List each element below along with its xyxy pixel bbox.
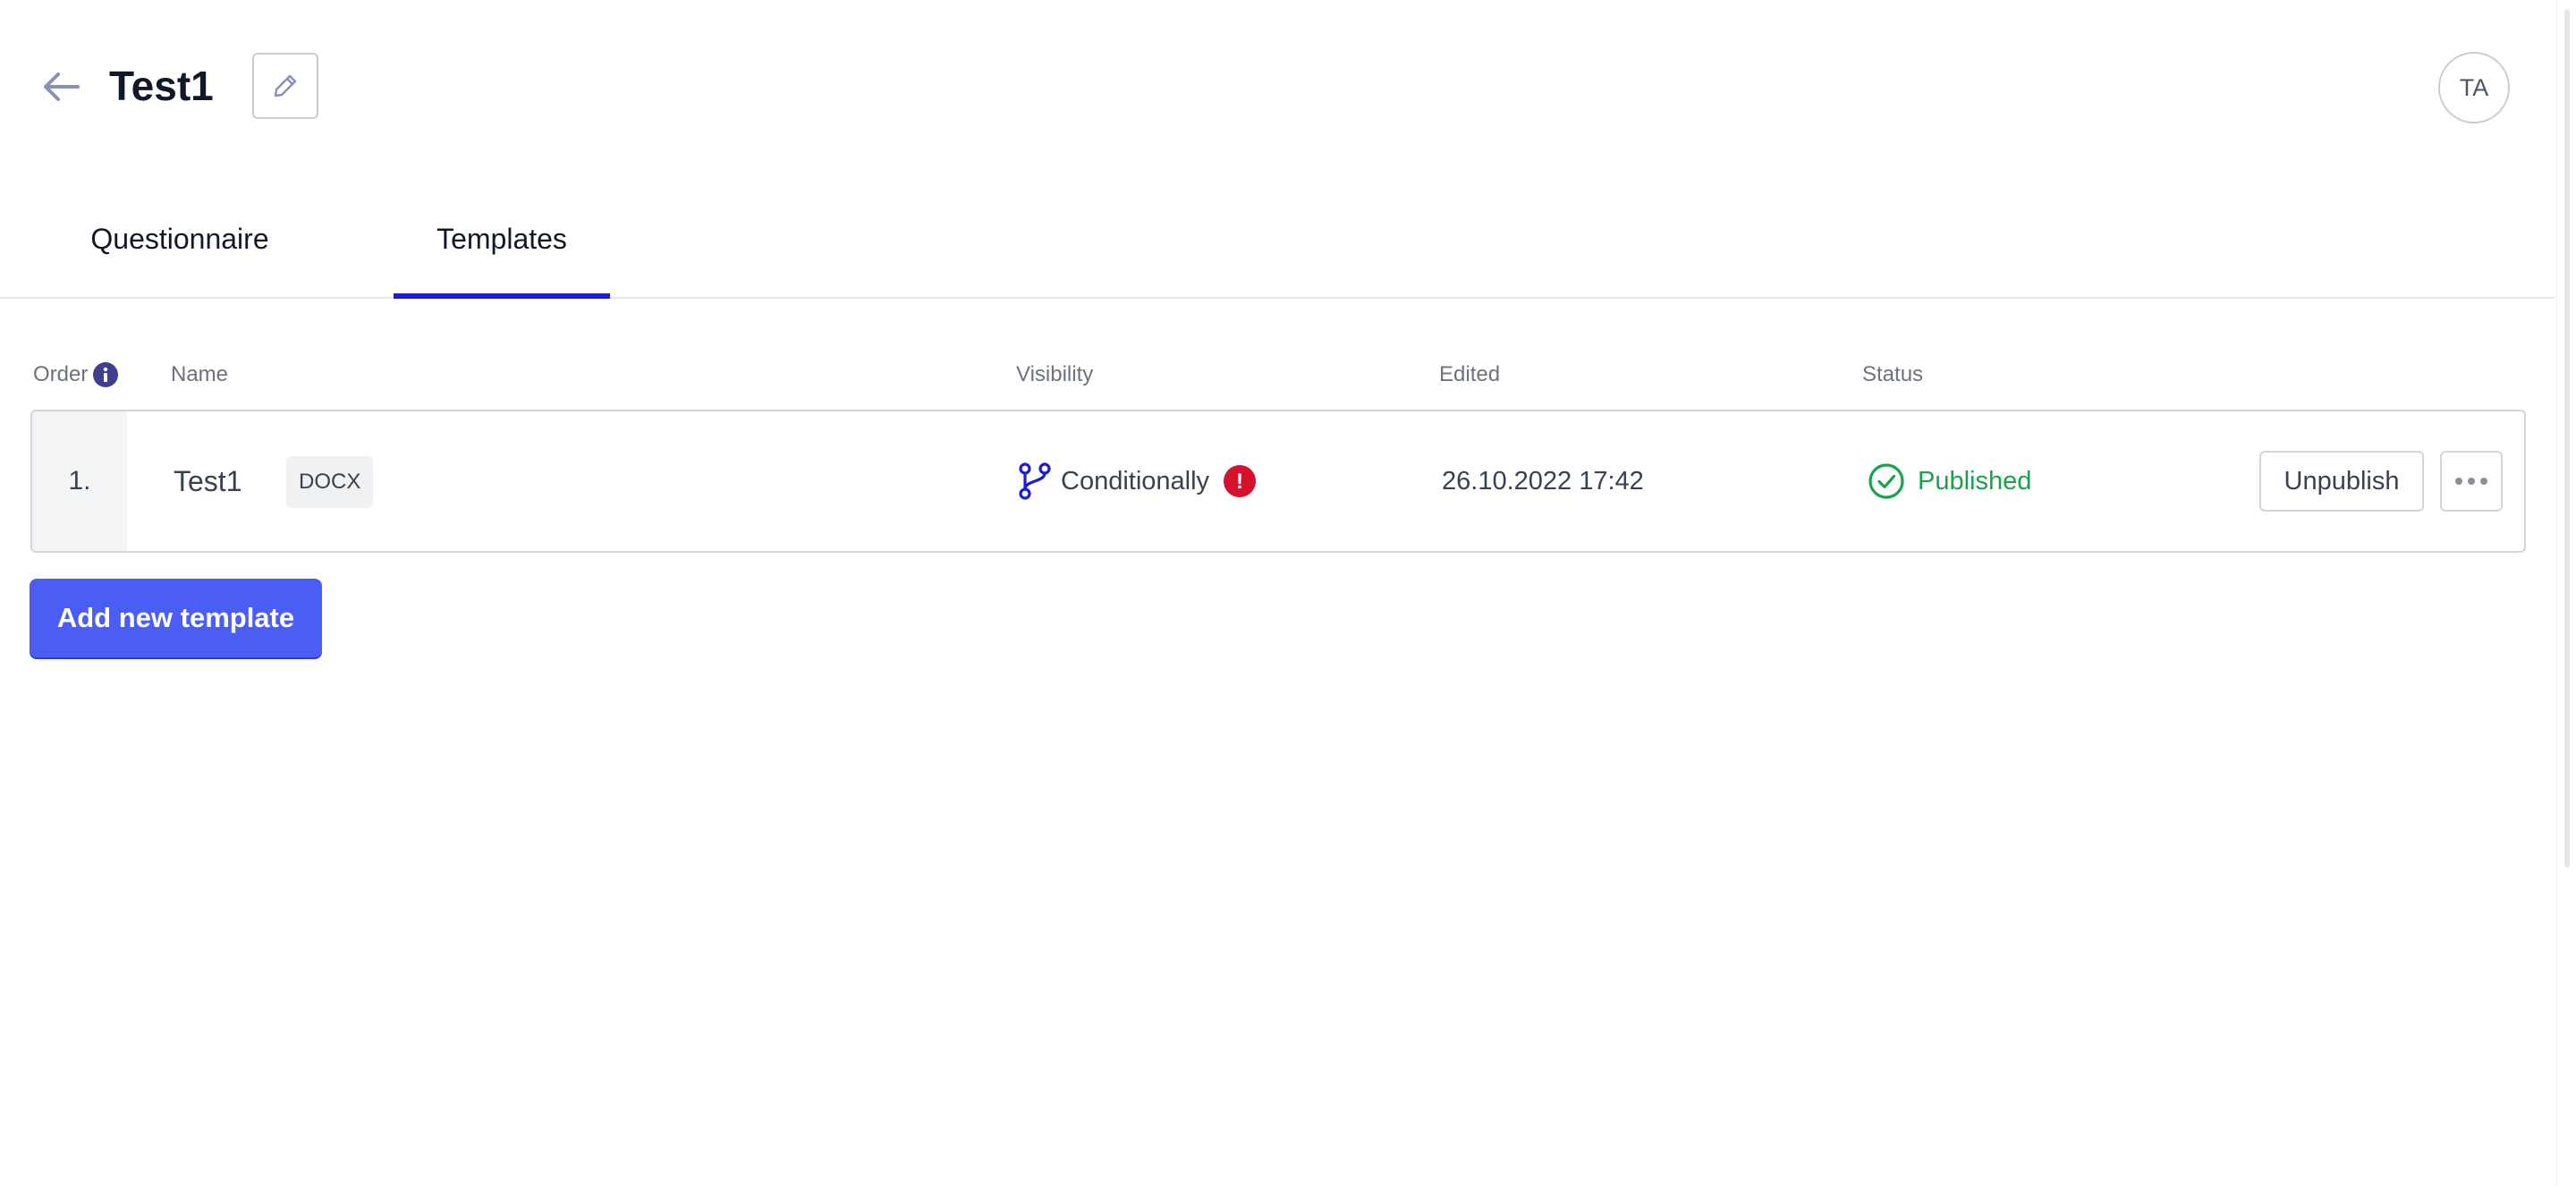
row-name[interactable]: Test1 (174, 411, 242, 551)
pencil-icon (274, 74, 297, 97)
branch-icon (1018, 462, 1052, 500)
scrollbar-thumb[interactable] (2564, 9, 2570, 868)
active-tab-indicator (394, 293, 610, 299)
column-header-visibility: Visibility (1016, 362, 1094, 386)
page: Test1 TA Questionnaire Templates Order N… (0, 0, 2576, 1186)
column-header-name: Name (171, 362, 229, 386)
vertical-scrollbar[interactable] (2556, 0, 2576, 1186)
back-button[interactable] (36, 63, 84, 111)
arrow-left-icon (44, 72, 80, 101)
column-header-order: Order (33, 361, 119, 388)
more-options-button[interactable] (2440, 451, 2503, 512)
tab-bar: Questionnaire Templates (0, 179, 2555, 299)
exclamation-icon[interactable]: ! (1224, 465, 1257, 497)
header: Test1 TA (0, 0, 2576, 179)
page-title: Test1 (109, 63, 214, 109)
row-edited: 26.10.2022 17:42 (1442, 466, 1644, 496)
row-visibility[interactable]: Conditionally ! (1018, 411, 1257, 551)
tab-templates[interactable]: Templates (394, 179, 610, 299)
table-row[interactable]: 1. Test1 DOCX Conditionally ! 26.10.2022 (30, 410, 2526, 553)
column-header-status: Status (1862, 362, 1924, 386)
status-label: Published (1918, 466, 2032, 496)
status-badge: Published (1868, 411, 2031, 551)
add-new-template-button[interactable]: Add new template (30, 579, 322, 657)
column-header-edited: Edited (1439, 362, 1501, 386)
edit-title-button[interactable] (252, 53, 318, 119)
more-dots-icon (2455, 478, 2487, 485)
check-circle-icon (1868, 462, 1905, 500)
avatar[interactable]: TA (2438, 52, 2510, 123)
row-order[interactable]: 1. (32, 411, 127, 551)
info-icon[interactable] (93, 362, 119, 387)
file-type-badge: DOCX (286, 456, 374, 508)
warning-mark: ! (1236, 470, 1243, 494)
unpublish-button[interactable]: Unpublish (2259, 451, 2424, 512)
row-visibility-label: Conditionally (1061, 466, 1210, 496)
tab-questionnaire[interactable]: Questionnaire (50, 179, 309, 299)
column-header-order-label: Order (33, 362, 89, 386)
